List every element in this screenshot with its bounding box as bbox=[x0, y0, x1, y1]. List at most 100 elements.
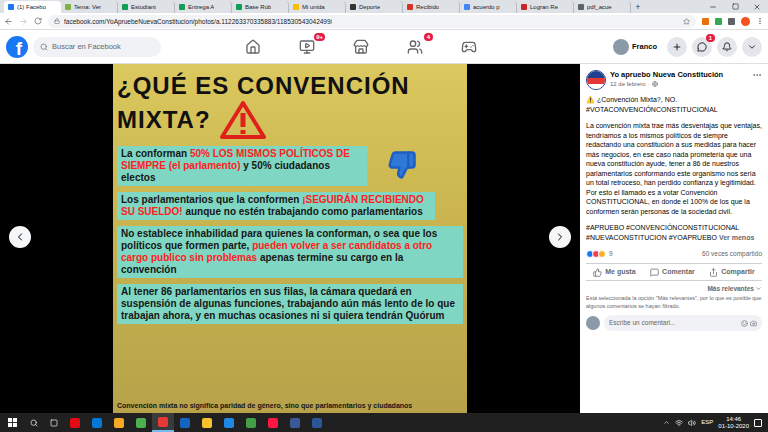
clock[interactable]: 14:4601-10-2020 bbox=[718, 416, 749, 430]
tray-caret-icon[interactable] bbox=[663, 419, 670, 426]
minimize-button[interactable] bbox=[702, 3, 724, 11]
search-button[interactable] bbox=[24, 419, 44, 427]
taskbar-app[interactable] bbox=[196, 413, 218, 432]
nav-item[interactable] bbox=[457, 35, 481, 59]
browser-tab[interactable]: Base Rúb bbox=[232, 1, 289, 13]
create-button[interactable] bbox=[667, 37, 687, 57]
browser-tab[interactable]: acuerdo p bbox=[460, 1, 517, 13]
post-action[interactable]: Me gusta bbox=[593, 267, 635, 278]
reaction-count[interactable]: 9 bbox=[609, 249, 613, 259]
maximize-button[interactable] bbox=[724, 3, 746, 10]
maximize-icon bbox=[732, 3, 739, 10]
account-button[interactable] bbox=[742, 37, 762, 57]
profile-chip[interactable]: Franco bbox=[613, 37, 662, 57]
page-name[interactable]: Yo apruebo Nueva Constitución bbox=[610, 70, 748, 80]
browser-tab[interactable]: Entrega A bbox=[175, 1, 232, 13]
app-icon bbox=[202, 418, 212, 428]
browser-tab[interactable]: Mi unida bbox=[289, 1, 346, 13]
nav-item[interactable] bbox=[349, 35, 373, 59]
taskbar-app[interactable] bbox=[218, 413, 240, 432]
browser-tab[interactable]: pdf_acue bbox=[574, 1, 631, 13]
extension-icon[interactable] bbox=[728, 18, 735, 25]
taskbar-app[interactable] bbox=[174, 413, 196, 432]
previous-photo-button[interactable] bbox=[9, 226, 31, 248]
browser-tab[interactable]: Estudiant bbox=[118, 1, 175, 13]
haha-reaction-icon bbox=[598, 250, 606, 258]
see-less-link[interactable]: Ver menos bbox=[719, 234, 754, 241]
menu-icon[interactable] bbox=[756, 17, 764, 25]
messenger-button[interactable]: 1 bbox=[692, 37, 712, 57]
post-header: Yo apruebo Nueva Constitución12 de febre… bbox=[586, 70, 762, 90]
nav-item[interactable]: 4 bbox=[403, 35, 427, 59]
emoji-icon[interactable] bbox=[741, 320, 748, 327]
info-block: Al tener 86 parlamentarios en sus filas,… bbox=[117, 284, 463, 324]
post-action[interactable]: Compartir bbox=[709, 267, 754, 278]
comment-field[interactable]: Escribe un comentari... bbox=[604, 315, 762, 331]
thumbs-down-icon bbox=[387, 150, 417, 180]
browser-tab[interactable]: (1) Facebo bbox=[4, 1, 61, 13]
forward-icon[interactable] bbox=[19, 17, 28, 26]
page-avatar[interactable] bbox=[586, 70, 606, 90]
notifications-button[interactable] bbox=[717, 37, 737, 57]
share-count[interactable]: 60 veces compartido bbox=[702, 249, 762, 259]
browser-tab[interactable]: Logran Re bbox=[517, 1, 574, 13]
tab-label: Mi unida bbox=[302, 3, 325, 11]
camera-icon[interactable] bbox=[750, 320, 757, 327]
taskbar-app[interactable] bbox=[284, 413, 306, 432]
language-indicator[interactable]: ESP bbox=[701, 418, 713, 427]
nav-item[interactable] bbox=[241, 35, 265, 59]
task-view-button[interactable] bbox=[44, 419, 64, 427]
tab-label: Logran Re bbox=[530, 3, 558, 11]
taskbar-app[interactable] bbox=[86, 413, 108, 432]
taskbar-app[interactable] bbox=[130, 413, 152, 432]
photo-footer: Convención mixta no significa paridad de… bbox=[117, 401, 463, 410]
tab-favicon-icon bbox=[65, 4, 71, 10]
volume-icon[interactable] bbox=[688, 419, 696, 427]
back-icon[interactable] bbox=[4, 17, 13, 26]
url-field[interactable]: facebook.com/YoApruebeNuevaConstitucion/… bbox=[48, 15, 696, 28]
extension-icon[interactable] bbox=[702, 18, 709, 25]
browser-tab[interactable]: Tema: Ver bbox=[61, 1, 118, 13]
more-icon[interactable] bbox=[752, 70, 762, 80]
next-photo-button[interactable] bbox=[549, 226, 571, 248]
tab-strip: (1) FaceboTema: VerEstudiantEntrega ABas… bbox=[0, 0, 768, 13]
browser-tab[interactable]: Deporte bbox=[346, 1, 403, 13]
nav-item[interactable]: 9+ bbox=[295, 35, 319, 59]
post-action[interactable]: Comentar bbox=[650, 267, 695, 278]
taskbar-app[interactable] bbox=[240, 413, 262, 432]
post-date[interactable]: 12 de febrero bbox=[610, 80, 646, 88]
taskbar-app[interactable] bbox=[306, 413, 328, 432]
notification-center-icon[interactable] bbox=[754, 419, 762, 427]
filter-notice: Está seleccionada la opción "Más relevan… bbox=[586, 295, 762, 310]
tab-favicon-icon bbox=[122, 4, 128, 10]
search-field[interactable]: Buscar en Facebook bbox=[33, 37, 161, 57]
extension-icon[interactable] bbox=[715, 18, 722, 25]
network-icon[interactable] bbox=[675, 419, 683, 427]
taskbar-app[interactable] bbox=[152, 413, 174, 432]
reload-icon[interactable] bbox=[34, 17, 42, 25]
taskbar-app[interactable] bbox=[108, 413, 130, 432]
taskbar-app[interactable] bbox=[64, 413, 86, 432]
tab-favicon-icon bbox=[464, 4, 470, 10]
chevron-left-icon bbox=[14, 231, 26, 243]
search-icon bbox=[40, 43, 48, 51]
browser-tab[interactable]: Recibido bbox=[403, 1, 460, 13]
chevron-right-icon bbox=[554, 231, 566, 243]
share-icon bbox=[709, 268, 718, 277]
comment-sort[interactable]: Más relevantes bbox=[586, 284, 762, 293]
bookmark-icon[interactable] bbox=[683, 18, 690, 25]
commenter-avatar bbox=[586, 316, 600, 330]
close-button[interactable] bbox=[746, 3, 768, 11]
taskbar-app[interactable] bbox=[262, 413, 284, 432]
new-tab-button[interactable]: + bbox=[631, 1, 645, 13]
post-hashtag[interactable]: #VOTACONVENCIÓNCONSTITUCIONAL bbox=[586, 105, 762, 115]
profile-icon[interactable] bbox=[741, 17, 750, 26]
facebook-logo[interactable]: f bbox=[6, 36, 28, 58]
photo-title: ¿QUÉ ES CONVENCIÓNMIXTA? bbox=[117, 72, 463, 140]
comment-row: Escribe un comentari... bbox=[586, 315, 762, 331]
start-button[interactable] bbox=[0, 413, 24, 432]
globe-icon bbox=[652, 81, 658, 87]
app-icon bbox=[92, 418, 102, 428]
bell-icon bbox=[722, 42, 732, 52]
comment-icon bbox=[650, 268, 659, 277]
